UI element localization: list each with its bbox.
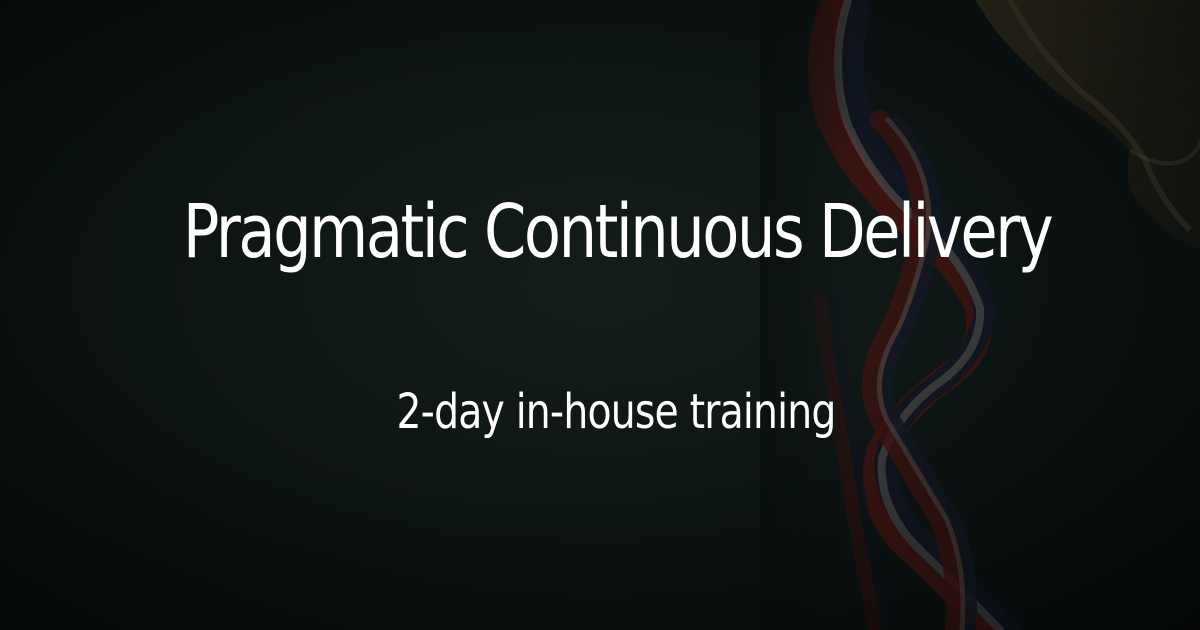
vignette-overlay: [0, 0, 1200, 630]
banner-title: Pragmatic Continuous Delivery: [182, 189, 1054, 275]
training-banner: Pragmatic Continuous Delivery 2-day in-h…: [0, 0, 1200, 630]
banner-subtitle: 2-day in-house training: [396, 384, 836, 440]
